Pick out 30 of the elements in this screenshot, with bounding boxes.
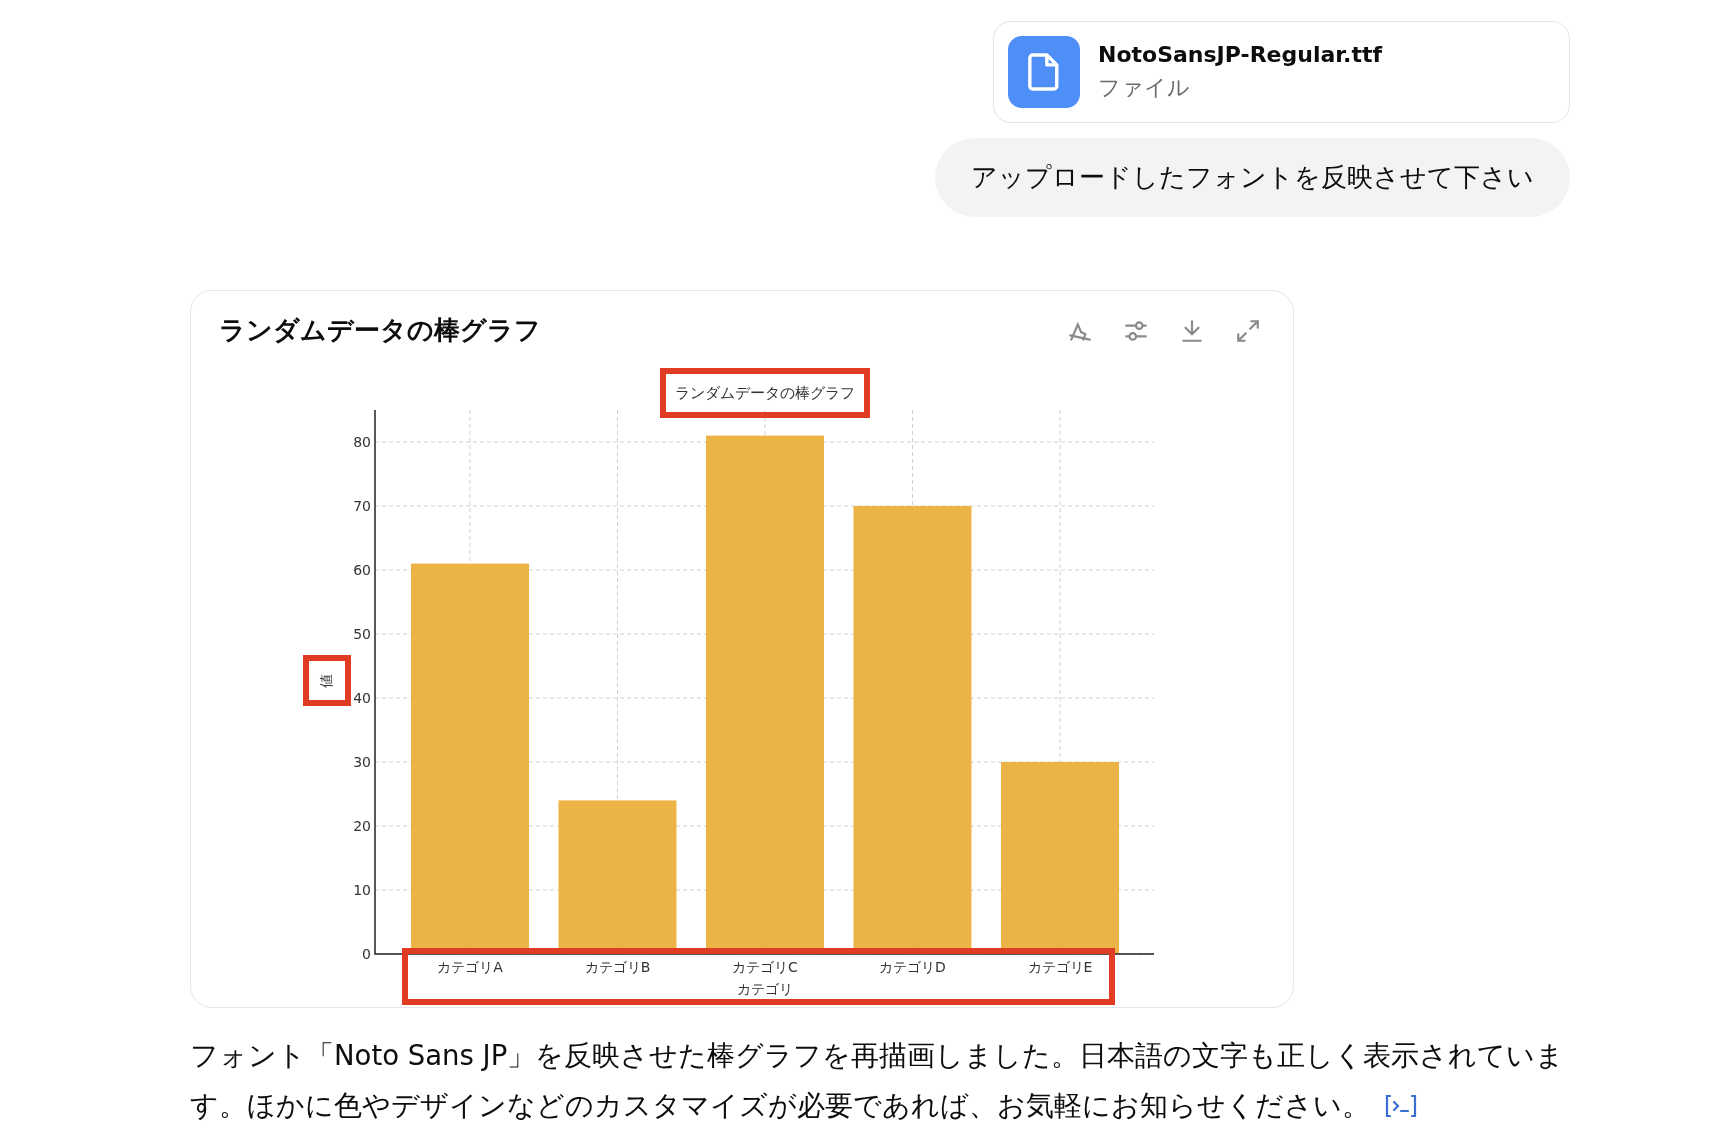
x-tick-label: カテゴリD [879, 959, 946, 975]
y-axis-label: 値 [318, 674, 334, 688]
x-axis-label: カテゴリ [737, 981, 793, 997]
document-icon [1027, 52, 1061, 92]
user-message: アップロードしたフォントを反映させて下さい [935, 138, 1570, 217]
y-tick-label: 50 [353, 626, 371, 642]
file-attachment-card[interactable]: NotoSansJP-Regular.ttf ファイル [993, 21, 1570, 123]
y-tick-label: 10 [353, 882, 371, 898]
file-name: NotoSansJP-Regular.ttf [1098, 41, 1382, 67]
x-tick-label: カテゴリE [1027, 959, 1093, 975]
file-type: ファイル [1098, 73, 1191, 102]
chart-card-title: ランダムデータの棒グラフ [219, 314, 541, 347]
chart-title: ランダムデータの棒グラフ [675, 384, 855, 402]
download-icon [1179, 317, 1205, 344]
y-tick-label: 70 [353, 498, 371, 514]
x-tick-label: カテゴリB [584, 959, 651, 975]
download-button[interactable] [1179, 317, 1205, 344]
y-tick-label: 40 [353, 690, 371, 706]
y-tick-label: 30 [353, 754, 371, 770]
y-tick-label: 60 [353, 562, 371, 578]
assistant-reply: フォント「Noto Sans JP」を反映させた棒グラフを再描画しました。日本語の文字も正しく表示されています。ほかに色やデザインなどのカスタマイズが必要であれば、お気軽にお知らせください。 [190, 1038, 1566, 1124]
y-tick-label: 20 [353, 818, 371, 834]
highlight-frame [303, 655, 351, 706]
expand-button[interactable] [1235, 317, 1261, 344]
y-tick-label: 0 [362, 946, 371, 962]
x-tick-label: カテゴリC [732, 959, 798, 975]
y-tick-label: 80 [353, 434, 371, 450]
x-tick-label: カテゴリA [437, 959, 503, 975]
expand-icon [1235, 317, 1261, 344]
code-brackets-icon [1384, 1092, 1418, 1119]
